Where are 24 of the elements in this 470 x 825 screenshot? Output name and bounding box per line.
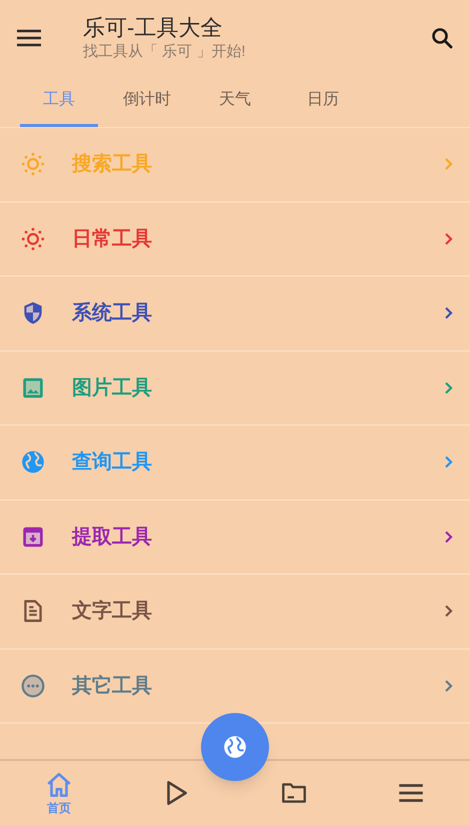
category-label[interactable]: 查询工具 bbox=[72, 447, 444, 478]
chevron-right-icon[interactable] bbox=[444, 530, 454, 544]
chevron-right-icon[interactable] bbox=[444, 232, 454, 246]
app-title: 乐可-工具大全 bbox=[83, 14, 224, 42]
tab[interactable]: 倒计时 bbox=[108, 75, 186, 127]
category-label[interactable]: 日常工具 bbox=[72, 224, 444, 254]
category-label[interactable]: 文字工具 bbox=[72, 596, 444, 626]
tab[interactable]: 日历 bbox=[284, 75, 362, 127]
chevron-right-icon[interactable] bbox=[444, 604, 454, 618]
chevron-right-icon[interactable] bbox=[444, 455, 454, 470]
category-label[interactable]: 系统工具 bbox=[72, 298, 444, 328]
nav-item[interactable]: 首页 bbox=[0, 761, 118, 825]
app-subtitle: 找工具从「 乐可 」开始! bbox=[83, 42, 247, 62]
globe-icon bbox=[222, 734, 248, 760]
search-icon[interactable] bbox=[430, 26, 454, 50]
category-label[interactable]: 其它工具 bbox=[72, 670, 444, 701]
menu-icon[interactable] bbox=[16, 28, 42, 48]
tab[interactable]: 工具 bbox=[20, 75, 98, 127]
category-label[interactable]: 提取工具 bbox=[72, 522, 444, 552]
chevron-right-icon[interactable] bbox=[444, 306, 454, 320]
category-label[interactable]: 图片工具 bbox=[72, 372, 444, 403]
tab[interactable]: 天气 bbox=[196, 75, 274, 127]
chevron-right-icon[interactable] bbox=[444, 380, 454, 395]
chevron-right-icon[interactable] bbox=[444, 678, 454, 693]
